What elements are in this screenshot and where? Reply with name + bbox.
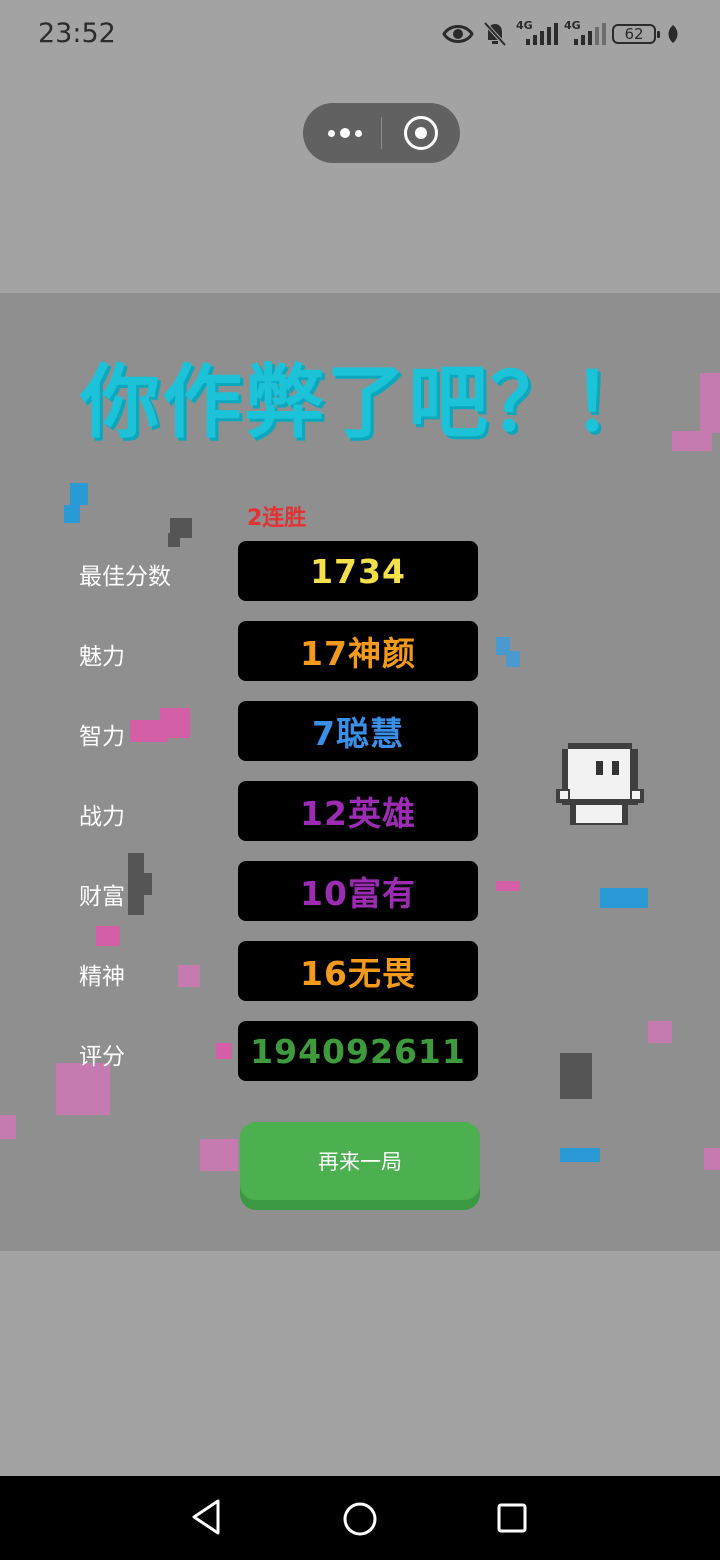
- wealth-value: 10富有: [238, 861, 478, 921]
- result-title: 你作弊了吧？！: [80, 356, 654, 449]
- pixel-debris: [178, 965, 200, 987]
- pixel-debris: [168, 533, 180, 547]
- pixel-debris: [700, 373, 720, 433]
- intelligence-value: 7聪慧: [238, 701, 478, 761]
- pixel-debris: [216, 1043, 232, 1059]
- best-score-value: 1734: [238, 541, 478, 601]
- spirit-label: 精神: [79, 964, 125, 990]
- more-icon[interactable]: [323, 119, 367, 147]
- charm-value: 17神颜: [238, 621, 478, 681]
- wealth-label: 财富: [79, 884, 125, 910]
- signal-icon: 4G: [516, 19, 558, 47]
- target-icon[interactable]: [404, 116, 438, 150]
- status-icons: 4G 4G 62: [442, 19, 680, 48]
- pixel-debris: [600, 888, 648, 908]
- intelligence-label: 智力: [79, 724, 125, 750]
- bell-off-icon: [484, 22, 506, 46]
- combat-label: 战力: [79, 804, 125, 830]
- play-again-button[interactable]: 再来一局: [240, 1122, 480, 1210]
- pixel-character: [556, 743, 644, 825]
- rating-value: 194092611: [238, 1021, 478, 1081]
- eye-icon: [442, 25, 474, 43]
- pixel-debris: [138, 873, 152, 895]
- game-result-panel: 你作弊了吧？！ 2连胜 最佳分数 1734 魅力 17神颜 智力 7聪慧 战力 …: [0, 293, 720, 1251]
- mini-program-capsule: [303, 103, 460, 163]
- pixel-debris: [0, 1115, 16, 1139]
- combat-value: 12英雄: [238, 781, 478, 841]
- pixel-debris: [64, 505, 80, 523]
- pixel-debris: [560, 1053, 592, 1099]
- pixel-debris: [560, 1148, 600, 1162]
- win-streak-label: 2连胜: [247, 506, 307, 531]
- spirit-value: 16无畏: [238, 941, 478, 1001]
- pixel-debris: [70, 483, 88, 505]
- battery-icon: 62: [612, 24, 660, 44]
- pixel-debris: [506, 651, 520, 667]
- play-again-label: 再来一局: [240, 1122, 480, 1200]
- navigation-bar: [0, 1476, 720, 1560]
- back-icon[interactable]: [190, 1498, 222, 1536]
- pixel-debris: [704, 1148, 720, 1170]
- capsule-divider: [381, 117, 382, 149]
- signal-icon: 4G: [564, 19, 606, 47]
- leaf-icon: [668, 25, 678, 43]
- charm-label: 魅力: [79, 644, 125, 670]
- pixel-debris: [96, 926, 120, 946]
- best-score-label: 最佳分数: [79, 564, 171, 590]
- rating-label: 评分: [79, 1044, 125, 1070]
- pixel-debris: [648, 1021, 672, 1043]
- status-bar: 23:52 4G 4G 62: [0, 0, 720, 70]
- recents-icon[interactable]: [497, 1503, 527, 1533]
- pixel-debris: [200, 1139, 238, 1171]
- pixel-debris: [672, 431, 712, 451]
- home-icon[interactable]: [343, 1502, 377, 1536]
- pixel-debris: [496, 881, 520, 891]
- pixel-debris: [160, 708, 190, 738]
- clock: 23:52: [38, 18, 116, 49]
